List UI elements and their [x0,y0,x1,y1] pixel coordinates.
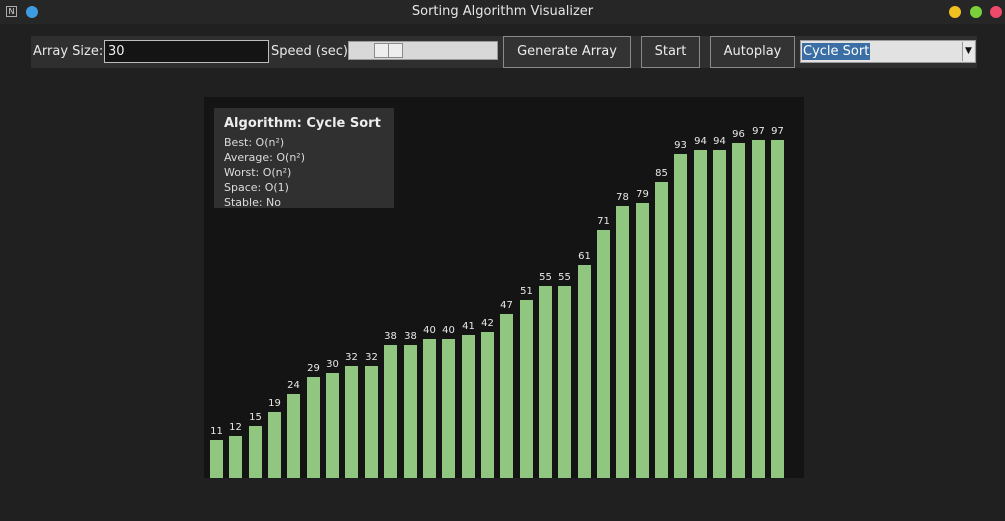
speed-slider-handle[interactable] [374,43,389,58]
chevron-down-icon[interactable]: ▼ [962,42,974,61]
speed-slider[interactable] [348,41,498,60]
bar-value-label: 79 [636,189,649,200]
autoplay-button[interactable]: Autoplay [710,36,795,68]
array-size-input[interactable]: 30 [104,40,269,63]
array-bar [539,286,552,478]
array-bar [326,373,339,478]
algorithm-info-panel: Algorithm: Cycle Sort Best: O(n²) Averag… [214,108,394,209]
array-bar [423,339,436,478]
complexity-best: Best: O(n²) [224,136,285,149]
title-bar: N Sorting Algorithm Visualizer [0,0,1005,24]
array-bar [229,436,242,478]
array-bar [752,140,765,478]
bar-value-label: 55 [558,272,571,283]
complexity-worst: Worst: O(n²) [224,166,292,179]
array-bar [404,345,417,478]
bar-value-label: 85 [655,168,668,179]
array-bar [674,154,687,478]
bar-value-label: 51 [520,286,533,297]
array-bar [249,426,262,478]
stability-info: Stable: No [224,196,282,209]
maximize-button[interactable] [970,6,982,18]
array-bar [462,335,475,478]
array-bar [520,300,533,478]
bar-value-label: 32 [365,352,378,363]
generate-array-button[interactable]: Generate Array [503,36,631,68]
bar-value-label: 15 [249,412,262,423]
bar-value-label: 47 [500,300,513,311]
array-bar [442,339,455,478]
bar-value-label: 19 [268,398,281,409]
algorithm-info-title: Algorithm: Cycle Sort [224,116,381,131]
array-bar [636,203,649,478]
array-bar [268,412,281,478]
array-size-label: Array Size: [33,44,104,59]
array-bar [210,440,223,478]
bar-value-label: 12 [229,422,242,433]
speed-label: Speed (sec): [271,44,353,59]
bar-value-label: 61 [578,251,591,262]
array-bar [616,206,629,478]
algorithm-select[interactable]: Cycle Sort ▼ [800,40,976,63]
array-bar [558,286,571,478]
bar-value-label: 71 [597,216,610,227]
array-bar [655,182,668,478]
array-bar [307,377,320,478]
bar-value-label: 97 [771,126,784,137]
array-bar [578,265,591,478]
window-title: Sorting Algorithm Visualizer [411,4,594,19]
minimize-button[interactable] [949,6,961,18]
controls-toolbar: Array Size: 30 Speed (sec): Generate Arr… [31,36,977,68]
array-bar [481,332,494,478]
array-bar [287,394,300,478]
bar-value-label: 42 [481,318,494,329]
speed-slider-handle-right[interactable] [388,43,403,58]
array-bar [345,366,358,478]
complexity-space: Space: O(1) [224,181,289,194]
array-bar [597,230,610,478]
array-bar [500,314,513,478]
close-button[interactable] [990,6,1002,18]
algorithm-select-value: Cycle Sort [802,43,871,60]
start-button[interactable]: Start [641,36,700,68]
array-bar [384,345,397,478]
array-bar [732,143,745,478]
array-bar [713,150,726,478]
array-bar [694,150,707,478]
array-bar [771,140,784,478]
visualization-canvas: 11 12 15 19 24 29 30 32 32 38 38 40 40 41 42 47 51 55 55 61… [204,97,804,478]
bar-value-label: 24 [287,380,300,391]
complexity-average: Average: O(n²) [224,151,305,164]
array-bar [365,366,378,478]
